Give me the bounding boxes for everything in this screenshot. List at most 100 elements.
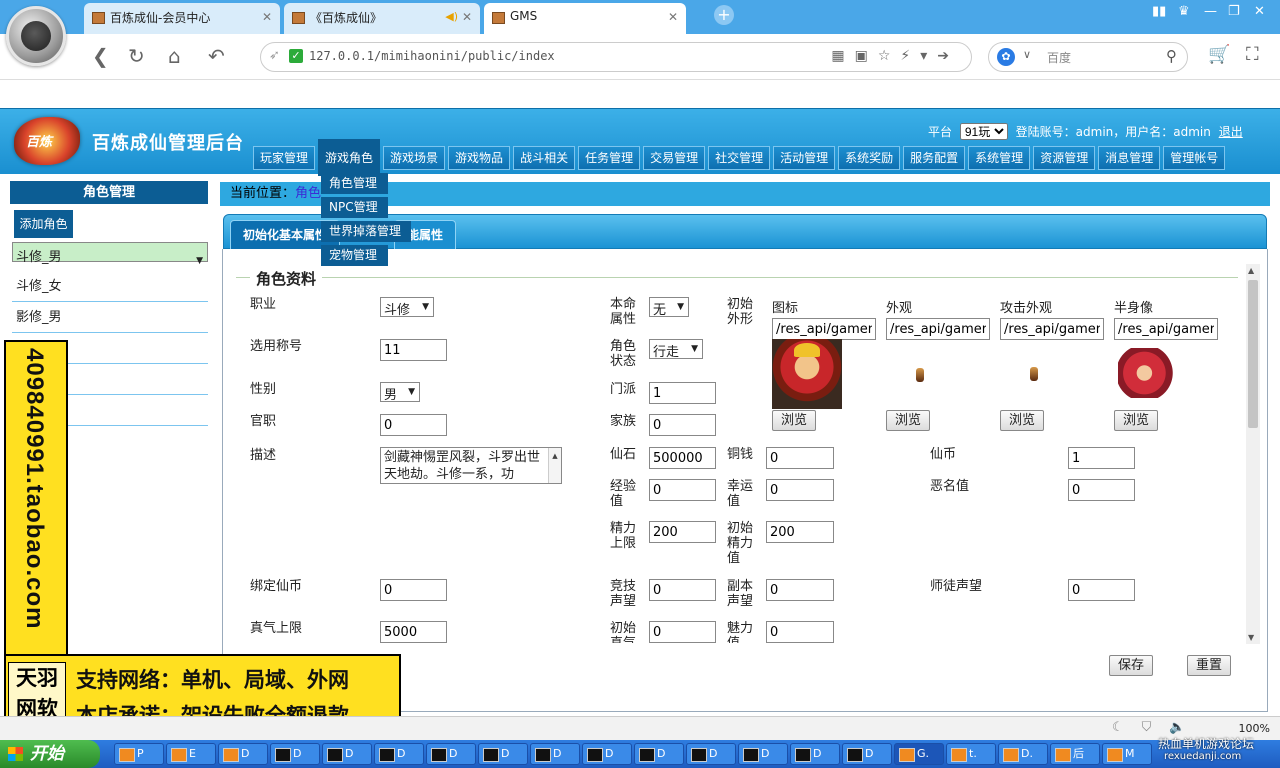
dropdown-item-role-manage[interactable]: 角色管理 xyxy=(321,173,388,194)
zhenqi-max-input[interactable] xyxy=(380,621,447,643)
menu-item-combat[interactable]: 战斗相关 xyxy=(513,146,576,170)
title-input[interactable] xyxy=(380,339,447,361)
dropdown-item-pet-manage[interactable]: 宠物管理 xyxy=(321,245,388,266)
tab-close-icon[interactable]: ✕ xyxy=(668,10,678,24)
tab-close-icon[interactable]: ✕ xyxy=(462,10,472,24)
taskbar-item[interactable]: D xyxy=(842,743,892,765)
state-select[interactable]: 行走 xyxy=(649,339,703,360)
search-icon[interactable]: ⚲ xyxy=(1166,47,1177,65)
family-input[interactable] xyxy=(649,414,716,436)
menu-item-items[interactable]: 游戏物品 xyxy=(448,146,511,170)
energy-max-input[interactable] xyxy=(649,521,716,543)
cart-icon[interactable]: 🛒 xyxy=(1208,44,1230,65)
skin-icon[interactable]: ♛ xyxy=(1178,4,1190,19)
taskbar-item[interactable]: E xyxy=(166,743,216,765)
sidebar-item-douxiu-male[interactable]: 斗修_男 xyxy=(12,242,208,275)
browser-logo-icon[interactable] xyxy=(6,6,66,66)
status-icons[interactable]: ☾⛉🔈 xyxy=(1112,720,1204,735)
taskbar-item[interactable]: 后 xyxy=(1050,743,1100,765)
arena-rep-input[interactable] xyxy=(649,579,716,601)
undo-icon[interactable]: ↶ xyxy=(208,44,225,68)
url-text[interactable]: 127.0.0.1/mimihaonini/public/index xyxy=(309,49,555,63)
browse-look-button[interactable]: 浏览 xyxy=(886,410,930,431)
taskbar-item[interactable]: D. xyxy=(998,743,1048,765)
address-bar-icons[interactable]: ▦▣☆⚡▾➔ xyxy=(831,48,959,64)
sidebar-item-douxiu-female[interactable]: 斗修_女 xyxy=(12,273,208,302)
taskbar-item[interactable]: D xyxy=(322,743,372,765)
office-input[interactable] xyxy=(380,414,447,436)
menu-item-messages[interactable]: 消息管理 xyxy=(1098,146,1161,170)
init-zhenqi-input[interactable] xyxy=(649,621,716,643)
attack-look-path-input[interactable] xyxy=(1000,318,1104,340)
menu-item-players[interactable]: 玩家管理 xyxy=(253,146,316,170)
halfbody-path-input[interactable] xyxy=(1114,318,1218,340)
pin-icon[interactable]: ▮▮ xyxy=(1152,4,1166,19)
dropdown-item-npc-manage[interactable]: NPC管理 xyxy=(321,197,388,218)
master-rep-input[interactable] xyxy=(1068,579,1135,601)
init-energy-input[interactable] xyxy=(766,521,834,543)
breadcrumb-link[interactable]: 角色 xyxy=(295,186,321,201)
dropdown-item-world-drop[interactable]: 世界掉落管理 xyxy=(321,221,411,242)
luck-input[interactable] xyxy=(766,479,834,501)
job-select[interactable]: 斗修 xyxy=(380,297,434,318)
taskbar-item[interactable]: D xyxy=(582,743,632,765)
taskbar-item[interactable]: M xyxy=(1102,743,1152,765)
taskbar-item[interactable]: D xyxy=(478,743,528,765)
look-path-input[interactable] xyxy=(886,318,990,340)
taskbar-item[interactable]: D xyxy=(218,743,268,765)
taskbar-item[interactable]: D xyxy=(686,743,736,765)
platform-select[interactable]: 91玩 xyxy=(959,123,1008,140)
browse-halfbody-button[interactable]: 浏览 xyxy=(1114,410,1158,431)
browse-icon-button[interactable]: 浏览 xyxy=(772,410,816,431)
charm-input[interactable] xyxy=(766,621,834,643)
bound-xianbi-input[interactable] xyxy=(380,579,447,601)
reload-icon[interactable]: ↻ xyxy=(128,44,145,68)
chevron-down-icon[interactable]: ∨ xyxy=(1023,48,1031,61)
save-button[interactable]: 保存 xyxy=(1109,655,1153,676)
add-role-button[interactable]: 添加角色 xyxy=(14,210,73,238)
menu-item-rewards[interactable]: 系统奖励 xyxy=(838,146,901,170)
browser-tab-gms[interactable]: GMS ✕ xyxy=(484,3,686,34)
gender-select[interactable]: 男 xyxy=(380,382,420,403)
browse-attack-look-button[interactable]: 浏览 xyxy=(1000,410,1044,431)
description-textarea[interactable]: 剑藏神惕罡风裂，斗罗出世天地劫。斗修一系，功 ▲▼ xyxy=(380,447,562,484)
menu-item-quests[interactable]: 任务管理 xyxy=(578,146,641,170)
scroll-up-icon[interactable]: ▲ xyxy=(1248,266,1254,275)
scrollbar-thumb[interactable] xyxy=(1248,280,1258,428)
copper-input[interactable] xyxy=(766,447,834,469)
taskbar-item[interactable]: P xyxy=(114,743,164,765)
textarea-scrollbar[interactable]: ▲▼ xyxy=(548,448,561,483)
sidebar-item-yingxiu-male[interactable]: 影修_男 xyxy=(12,304,208,333)
start-button[interactable]: 开始 xyxy=(0,740,100,768)
taskbar-item[interactable]: D xyxy=(270,743,320,765)
infamy-input[interactable] xyxy=(1068,479,1135,501)
taskbar-item[interactable]: D xyxy=(634,743,684,765)
menu-item-scenes[interactable]: 游戏场景 xyxy=(383,146,446,170)
menu-item-events[interactable]: 活动管理 xyxy=(773,146,836,170)
menu-item-resources[interactable]: 资源管理 xyxy=(1033,146,1096,170)
menu-item-accounts[interactable]: 管理帐号 xyxy=(1163,146,1226,170)
exp-input[interactable] xyxy=(649,479,716,501)
crop-icon[interactable]: ⛶ xyxy=(1246,44,1259,65)
taskbar-item[interactable]: D xyxy=(426,743,476,765)
baidu-paw-icon[interactable]: ✿ xyxy=(997,48,1015,66)
xianshi-input[interactable] xyxy=(649,447,716,469)
taskbar-item[interactable]: D xyxy=(790,743,840,765)
menu-item-trade[interactable]: 交易管理 xyxy=(643,146,706,170)
life-attr-select[interactable]: 无 xyxy=(649,297,689,318)
speaker-icon[interactable]: ◀) xyxy=(445,10,458,23)
icon-path-input[interactable] xyxy=(772,318,876,340)
dungeon-rep-input[interactable] xyxy=(766,579,834,601)
taskbar-item[interactable]: t. xyxy=(946,743,996,765)
address-bar[interactable]: ➶ ✓ 127.0.0.1/mimihaonini/public/index ▦… xyxy=(260,42,972,72)
menu-item-roles[interactable]: 游戏角色 xyxy=(318,139,381,176)
back-icon[interactable]: ❮ xyxy=(92,44,109,68)
logout-link[interactable]: 退出 xyxy=(1219,125,1243,139)
browser-tab-member[interactable]: 百炼成仙-会员中心 ✕ xyxy=(84,3,280,34)
form-scrollbar[interactable]: ▲ ▼ xyxy=(1246,264,1260,644)
menu-item-server-config[interactable]: 服务配置 xyxy=(903,146,966,170)
taskbar-item[interactable]: D xyxy=(530,743,580,765)
minimize-icon[interactable]: — xyxy=(1204,4,1217,19)
tab-close-icon[interactable]: ✕ xyxy=(262,10,272,24)
search-box[interactable]: ✿ ∨ 百度 ⚲ xyxy=(988,42,1188,72)
